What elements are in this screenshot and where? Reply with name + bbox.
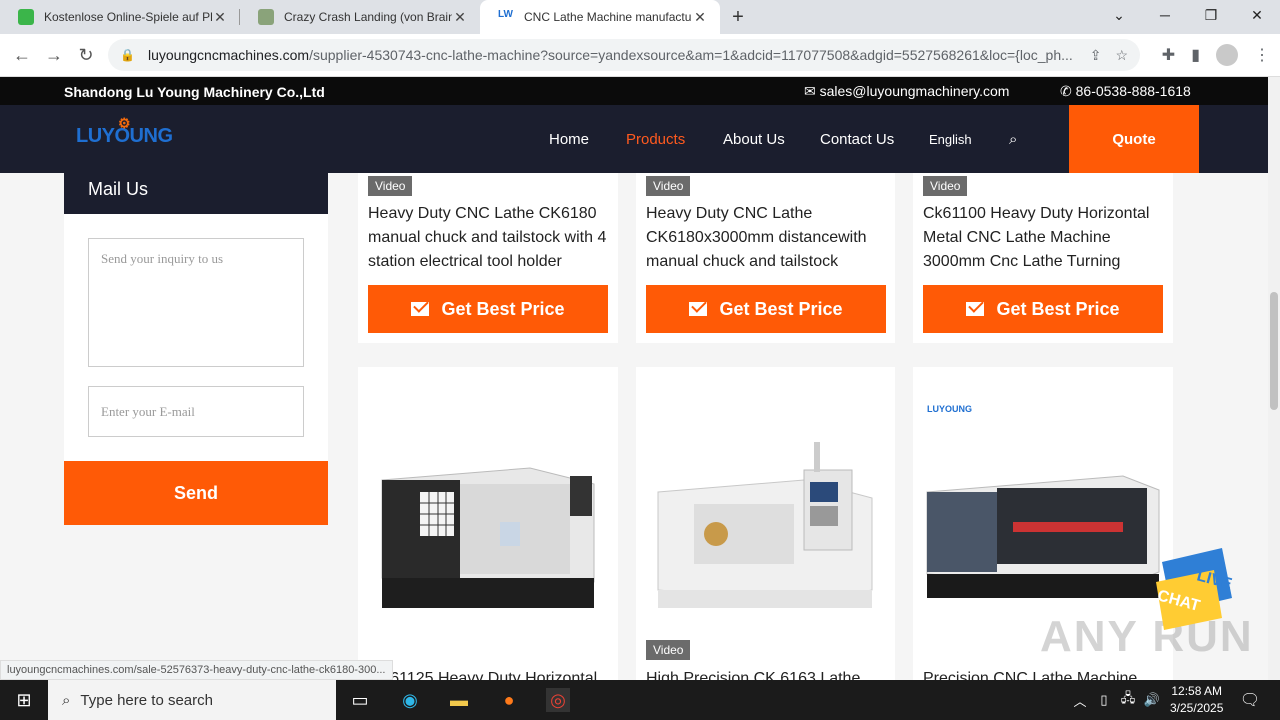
tab-favicon-icon — [258, 9, 274, 25]
task-view-icon[interactable]: ▭ — [348, 688, 372, 712]
product-title[interactable]: Heavy Duty CNC Lathe CK6180x3000mm dista… — [646, 202, 886, 274]
tab-favicon-icon — [18, 9, 34, 25]
nav-home[interactable]: Home — [549, 131, 589, 148]
email-icon: ✉ — [804, 83, 816, 99]
video-badge: Video — [646, 176, 691, 196]
envelope-icon — [966, 302, 985, 316]
browser-toolbar: ← → ↻ 🔒 luyoungcncmachines.com/supplier-… — [0, 34, 1280, 77]
edge-icon[interactable]: ◉ — [398, 688, 422, 712]
url-text: luyoungcncmachines.com/supplier-4530743-… — [148, 47, 1073, 63]
lathe-machine-image[interactable] — [654, 442, 876, 612]
product-title[interactable]: Ck61100 Heavy Duty Horizontal Metal CNC … — [923, 202, 1163, 274]
tray-device-icon[interactable]: ▯ — [1092, 688, 1116, 712]
site-top-bar: Shandong Lu Young Machinery Co.,Ltd ✉ sa… — [0, 77, 1268, 105]
tab-title: Kostenlose Online-Spiele auf Pla — [44, 10, 212, 24]
taskbar-clock[interactable]: 12:58 AM 3/25/2025 — [1170, 683, 1223, 717]
volume-icon[interactable]: 🔊 — [1140, 688, 1164, 712]
share-icon[interactable]: ⇪ — [1090, 47, 1102, 64]
contact-email[interactable]: ✉ sales@luyoungmachinery.com — [804, 83, 1009, 100]
browser-tab-bar: Kostenlose Online-Spiele auf Pla ✕ Crazy… — [0, 0, 1280, 34]
nav-about-us[interactable]: About Us — [723, 131, 785, 148]
browser-tab-games[interactable]: Kostenlose Online-Spiele auf Pla ✕ — [0, 0, 240, 34]
inquiry-form: Send your inquiry to us Enter your E-mai… — [64, 214, 328, 461]
firefox-icon[interactable]: ● — [497, 688, 521, 712]
nav-contact-us[interactable]: Contact Us — [820, 131, 894, 148]
nav-language[interactable]: English — [929, 132, 972, 147]
extensions-icon[interactable]: ✚ — [1162, 45, 1175, 65]
gear-icon: ⚙ — [118, 115, 131, 131]
tab-favicon-icon: LW — [498, 9, 514, 25]
close-tab-icon[interactable]: ✕ — [692, 9, 708, 26]
scrollbar-thumb[interactable] — [1270, 292, 1278, 410]
browser-tab-cnc[interactable]: LW CNC Lathe Machine manufactur ✕ — [480, 0, 720, 34]
profile-avatar[interactable] — [1216, 44, 1238, 66]
send-button[interactable]: Send — [64, 461, 328, 525]
company-name: Shandong Lu Young Machinery Co.,Ltd — [64, 84, 325, 100]
live-chat-button[interactable]: LIVE CHAT — [1152, 548, 1236, 632]
get-best-price-button[interactable]: Get Best Price — [368, 285, 608, 333]
minimize-button[interactable]: ─ — [1142, 0, 1188, 30]
get-best-price-button[interactable]: Get Best Price — [923, 285, 1163, 333]
quote-button[interactable]: Quote — [1069, 105, 1199, 173]
product-title[interactable]: Precision CNC Lathe Machine — [923, 667, 1163, 680]
product-card[interactable]: Video Ck61100 Heavy Duty Horizontal Meta… — [913, 173, 1173, 343]
close-tab-icon[interactable]: ✕ — [212, 9, 228, 26]
lathe-machine-image[interactable] — [380, 462, 596, 612]
forward-icon[interactable]: → — [38, 39, 70, 71]
close-window-button[interactable]: ✕ — [1234, 0, 1280, 30]
envelope-icon — [411, 302, 430, 316]
clock-time: 12:58 AM — [1171, 684, 1223, 698]
product-card[interactable]: Video Heavy Duty CNC Lathe CK6180x3000mm… — [636, 173, 895, 343]
lathe-machine-image[interactable] — [923, 462, 1163, 612]
windows-taskbar: ⊞ ⌕ Type here to search ▭ ◉ ▬ ● ◎ ︿ ▯ 🖧 … — [0, 680, 1280, 720]
tray-chevron-icon[interactable]: ︿ — [1068, 688, 1092, 712]
tab-search-icon[interactable]: ⌄ — [1096, 0, 1142, 30]
notification-icon[interactable]: 🗨 — [1238, 688, 1262, 712]
search-icon[interactable]: ⌕ — [1009, 131, 1017, 148]
search-icon: ⌕ — [62, 691, 71, 709]
mail-us-heading: Mail Us — [64, 173, 328, 214]
nav-products[interactable]: Products — [626, 131, 685, 148]
taskbar-search-placeholder: Type here to search — [80, 691, 213, 709]
clock-date: 3/25/2025 — [1170, 701, 1224, 715]
browser-tab-crash[interactable]: Crazy Crash Landing (von Brainl ✕ — [240, 0, 480, 34]
network-icon[interactable]: 🖧 — [1116, 688, 1140, 712]
tab-title: CNC Lathe Machine manufactur — [524, 10, 692, 24]
tab-title: Crazy Crash Landing (von Brainl — [284, 10, 452, 24]
bookmark-star-icon[interactable]: ☆ — [1115, 47, 1128, 64]
product-card[interactable]: Video High Precision CK 6163 Lathe — [636, 367, 895, 680]
product-title[interactable]: High Precision CK 6163 Lathe — [646, 667, 886, 680]
product-title[interactable]: Heavy Duty CNC Lathe CK6180 manual chuck… — [368, 202, 608, 274]
get-best-price-button[interactable]: Get Best Price — [646, 285, 886, 333]
contact-phone[interactable]: ✆ 86-0538-888-1618 — [1060, 83, 1191, 100]
product-card[interactable]: CK61125 Heavy Duty Horizontal — [358, 367, 618, 680]
taskbar-search[interactable]: ⌕ Type here to search — [48, 680, 336, 720]
new-tab-button[interactable]: + — [720, 0, 756, 34]
inquiry-textarea[interactable]: Send your inquiry to us — [88, 238, 304, 367]
menu-kebab-icon[interactable]: ⋮ — [1254, 45, 1270, 65]
back-icon[interactable]: ← — [6, 39, 38, 71]
chrome-icon[interactable]: ◎ — [546, 688, 570, 712]
restore-button[interactable]: ❐ — [1188, 0, 1234, 30]
video-badge: Video — [923, 176, 968, 196]
envelope-icon — [689, 302, 708, 316]
site-logo[interactable]: LUYOUNG ⚙ — [76, 115, 173, 148]
page-scrollbar[interactable] — [1268, 77, 1280, 680]
address-bar[interactable]: 🔒 luyoungcncmachines.com/supplier-453074… — [108, 39, 1140, 71]
file-explorer-icon[interactable]: ▬ — [447, 688, 471, 712]
side-panel-icon[interactable]: ▮ — [1191, 45, 1200, 65]
product-title[interactable]: CK61125 Heavy Duty Horizontal — [368, 667, 608, 680]
close-tab-icon[interactable]: ✕ — [452, 9, 468, 26]
email-field[interactable]: Enter your E-mail — [88, 386, 304, 437]
video-badge: Video — [368, 176, 413, 196]
windows-start-icon[interactable]: ⊞ — [12, 688, 36, 712]
lock-icon: 🔒 — [120, 48, 135, 62]
phone-icon: ✆ — [1060, 83, 1072, 99]
reload-icon[interactable]: ↻ — [70, 39, 102, 71]
status-bar-url: luyoungcncmachines.com/sale-52576373-hea… — [0, 660, 393, 680]
product-card[interactable]: Video Heavy Duty CNC Lathe CK6180 manual… — [358, 173, 618, 343]
card-brand-logo: LUYOUNG — [927, 404, 972, 414]
site-header: LUYOUNG ⚙ Home Products About Us Contact … — [0, 105, 1268, 173]
video-badge: Video — [646, 640, 691, 660]
